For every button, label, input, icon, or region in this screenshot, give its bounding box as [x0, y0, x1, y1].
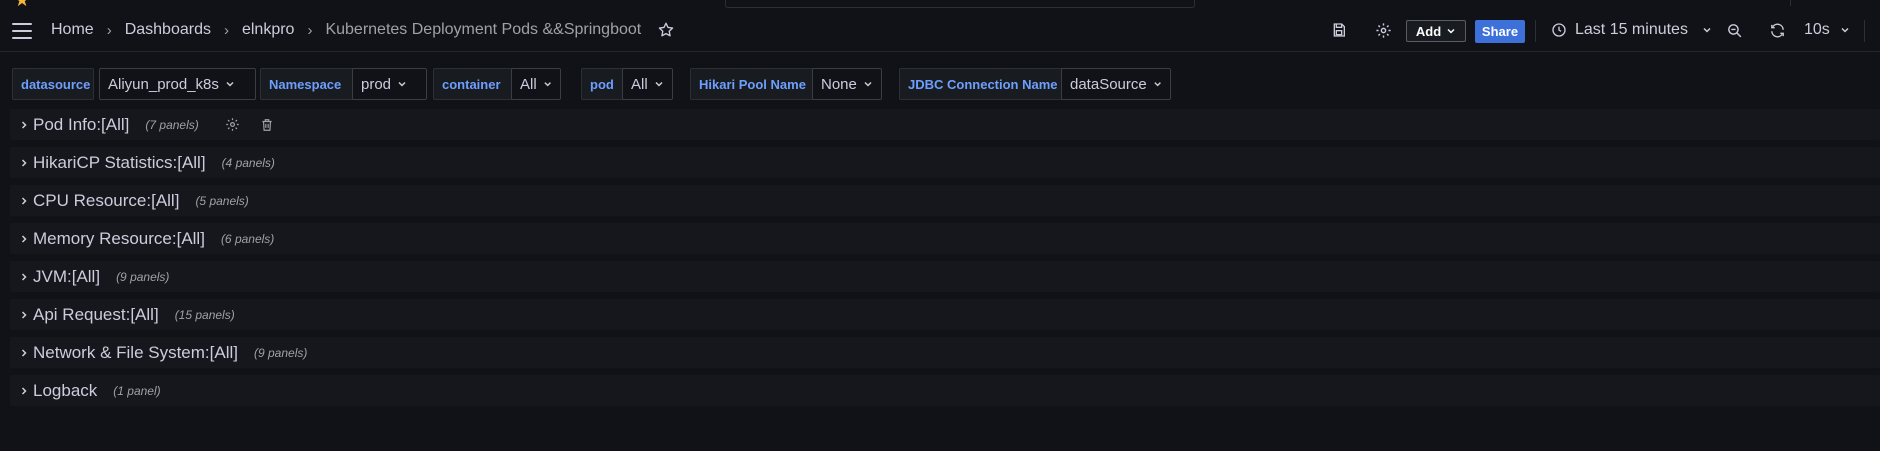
- variables-bar: datasource Aliyun_prod_k8s Namespace pro…: [12, 68, 1872, 100]
- variable-select-jdbc-connection[interactable]: dataSource: [1061, 68, 1171, 100]
- gear-icon[interactable]: [1372, 19, 1394, 41]
- variable-value: All: [520, 75, 537, 93]
- row-panel-count: (1 panel): [113, 383, 161, 398]
- divider: [1535, 20, 1536, 42]
- breadcrumb-folder[interactable]: elnkpro: [242, 21, 294, 39]
- row-logback[interactable]: Logback (1 panel): [10, 375, 1880, 406]
- chevron-down-icon: [864, 81, 872, 87]
- chevron-right-icon: [19, 310, 31, 320]
- chevron-right-icon: [19, 120, 31, 130]
- chevron-down-icon: [226, 81, 234, 87]
- time-range-picker[interactable]: Last 15 minutes: [1551, 8, 1712, 52]
- variable-value: None: [821, 75, 857, 93]
- row-title: Memory Resource:[All]: [33, 228, 205, 248]
- top-strip: ★: [0, 0, 1880, 10]
- trash-icon[interactable]: [259, 117, 275, 133]
- variable-value: dataSource: [1070, 75, 1147, 93]
- zoom-out-icon[interactable]: [1723, 19, 1745, 41]
- row-title: Pod Info:[All]: [33, 114, 130, 134]
- chevron-down-icon: [1841, 27, 1849, 33]
- menu-icon[interactable]: [12, 23, 32, 39]
- variable-value: All: [631, 75, 648, 93]
- row-api-request[interactable]: Api Request:[All] (15 panels): [10, 299, 1880, 330]
- chevron-down-icon: [655, 81, 663, 87]
- row-title: Logback: [33, 380, 98, 400]
- divider: [1864, 20, 1865, 42]
- refresh-icon[interactable]: [1766, 19, 1788, 41]
- variable-label-hikari-pool: Hikari Pool Name: [690, 68, 815, 100]
- chevron-right-icon: ›: [307, 21, 313, 39]
- breadcrumb: Home › Dashboards › elnkpro › Kubernetes…: [51, 8, 675, 52]
- variable-select-container[interactable]: All: [511, 68, 561, 100]
- row-panel-count: (9 panels): [254, 345, 308, 360]
- breadcrumb-home[interactable]: Home: [51, 21, 94, 39]
- chevron-right-icon: [19, 158, 31, 168]
- chevron-right-icon: ›: [106, 21, 112, 39]
- variable-select-hikari-pool[interactable]: None: [812, 68, 882, 100]
- row-title: Api Request:[All]: [33, 304, 159, 324]
- share-button-label: Share: [1481, 24, 1519, 39]
- variable-select-namespace[interactable]: prod: [352, 68, 427, 100]
- variable-label-container: container: [433, 68, 519, 100]
- save-icon[interactable]: [1328, 19, 1350, 41]
- variable-select-pod[interactable]: All: [622, 68, 673, 100]
- row-cpu-resource[interactable]: CPU Resource:[All] (5 panels): [10, 185, 1880, 216]
- navbar: Home › Dashboards › elnkpro › Kubernetes…: [0, 8, 1880, 52]
- chevron-right-icon: [19, 386, 31, 396]
- chevron-down-icon: [544, 82, 551, 87]
- row-memory-resource[interactable]: Memory Resource:[All] (6 panels): [10, 223, 1880, 254]
- variable-label-jdbc-connection: JDBC Connection Name: [899, 68, 1073, 100]
- breadcrumb-dashboard-title: Kubernetes Deployment Pods &&Springboot: [325, 21, 642, 38]
- variable-label-namespace: Namespace: [260, 68, 359, 100]
- chevron-right-icon: [19, 234, 31, 244]
- refresh-interval-picker[interactable]: 10s: [1804, 8, 1850, 52]
- row-title: HikariCP Statistics:[All]: [33, 152, 206, 172]
- variable-value: prod: [361, 75, 392, 93]
- chevron-right-icon: [19, 348, 31, 358]
- chevron-right-icon: [19, 272, 31, 282]
- chevron-right-icon: ›: [223, 21, 229, 39]
- row-panel-count: (4 panels): [221, 155, 275, 170]
- row-panel-count: (9 panels): [116, 269, 170, 284]
- row-hikaricp-statistics[interactable]: HikariCP Statistics:[All] (4 panels): [10, 147, 1880, 178]
- chevron-right-icon: [19, 196, 31, 206]
- row-panel-count: (7 panels): [145, 117, 199, 132]
- clock-icon: [1552, 23, 1566, 37]
- variable-select-datasource[interactable]: Aliyun_prod_k8s: [99, 68, 256, 100]
- row-jvm[interactable]: JVM:[All] (9 panels): [10, 261, 1880, 292]
- row-panel-count: (6 panels): [220, 231, 275, 246]
- row-panel-count: (15 panels): [174, 307, 235, 322]
- divider: [1790, 0, 1791, 6]
- breadcrumb-dashboards[interactable]: Dashboards: [125, 21, 211, 39]
- share-button[interactable]: Share: [1475, 20, 1525, 43]
- row-network-file-system[interactable]: Network & File System:[All] (9 panels): [10, 337, 1880, 368]
- variable-label-datasource: datasource: [12, 68, 94, 100]
- add-button-label: Add: [1415, 23, 1442, 39]
- row-title: CPU Resource:[All]: [33, 190, 180, 210]
- gear-icon[interactable]: [225, 117, 241, 133]
- row-panel-count: (5 panels): [195, 193, 249, 208]
- row-title: JVM:[All]: [33, 266, 101, 286]
- chevron-down-icon: [1447, 28, 1455, 34]
- star-icon[interactable]: [657, 21, 675, 39]
- time-range-label: Last 15 minutes: [1575, 21, 1688, 38]
- chevron-down-icon: [398, 81, 406, 87]
- row-pod-info[interactable]: Pod Info:[All] (7 panels): [10, 109, 1880, 140]
- search-bar[interactable]: [725, 0, 1195, 8]
- add-button[interactable]: Add: [1406, 20, 1466, 42]
- refresh-interval-label: 10s: [1804, 21, 1830, 38]
- chevron-down-icon: [1703, 27, 1711, 33]
- variable-value: Aliyun_prod_k8s: [108, 75, 219, 93]
- chevron-down-icon: [1154, 82, 1161, 87]
- row-title: Network & File System:[All]: [33, 342, 238, 362]
